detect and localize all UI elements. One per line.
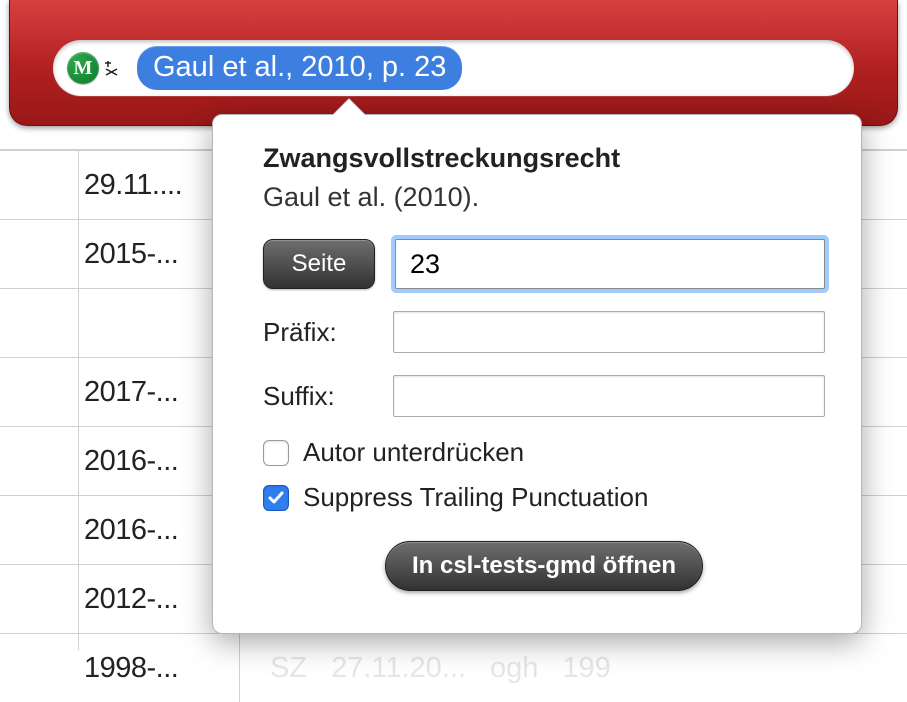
- locator-type-label: Seite: [292, 250, 347, 278]
- dropdown-arrow-icon[interactable]: [103, 59, 121, 77]
- suppress-author-checkbox[interactable]: [263, 440, 289, 466]
- suffix-label: Suffix:: [263, 381, 393, 412]
- suppress-author-label: Autor unterdrücken: [303, 437, 524, 468]
- date-cell: 2016-...: [0, 496, 240, 564]
- citation-detail-popover: Zwangsvollstreckungsrecht Gaul et al. (2…: [212, 114, 862, 634]
- date-cell: 1998-...: [0, 634, 240, 702]
- popover-title: Zwangsvollstreckungsrecht: [263, 143, 825, 174]
- citation-token-text: Gaul et al., 2010, p. 23: [153, 51, 446, 83]
- source-badge-letter: M: [74, 57, 93, 80]
- date-cell: 2012-...: [0, 565, 240, 633]
- prefix-input[interactable]: [393, 311, 825, 353]
- prefix-label: Präfix:: [263, 317, 393, 348]
- open-in-library-label: In csl-tests-gmd öffnen: [412, 552, 676, 580]
- bg-cell: 199: [562, 652, 610, 685]
- bg-cell: ogh: [490, 652, 538, 685]
- suppress-trailing-checkbox[interactable]: [263, 485, 289, 511]
- popover-subtitle: Gaul et al. (2010).: [263, 182, 825, 213]
- suppress-trailing-label: Suppress Trailing Punctuation: [303, 482, 648, 513]
- date-cell: 29.11....: [0, 151, 240, 219]
- open-in-library-button[interactable]: In csl-tests-gmd öffnen: [385, 541, 703, 591]
- row-rest: SZ 27.11.20... ogh 199: [240, 652, 907, 685]
- date-cell: 2016-...: [0, 427, 240, 495]
- suffix-input[interactable]: [393, 375, 825, 417]
- page-number-input[interactable]: [395, 239, 825, 289]
- date-cell: [0, 289, 240, 357]
- citation-search-bar: M Gaul et al., 2010, p. 23: [9, 0, 898, 126]
- date-cell: 2015-...: [0, 220, 240, 288]
- source-badge-icon: M: [67, 52, 99, 84]
- locator-type-button[interactable]: Seite: [263, 239, 375, 289]
- bg-cell: SZ: [270, 652, 307, 685]
- citation-search-field[interactable]: M Gaul et al., 2010, p. 23: [53, 40, 854, 96]
- date-cell: 2017-...: [0, 358, 240, 426]
- table-row[interactable]: 1998-... SZ 27.11.20... ogh 199: [0, 633, 907, 702]
- bg-cell: 27.11.20...: [331, 652, 466, 685]
- citation-token[interactable]: Gaul et al., 2010, p. 23: [137, 46, 462, 90]
